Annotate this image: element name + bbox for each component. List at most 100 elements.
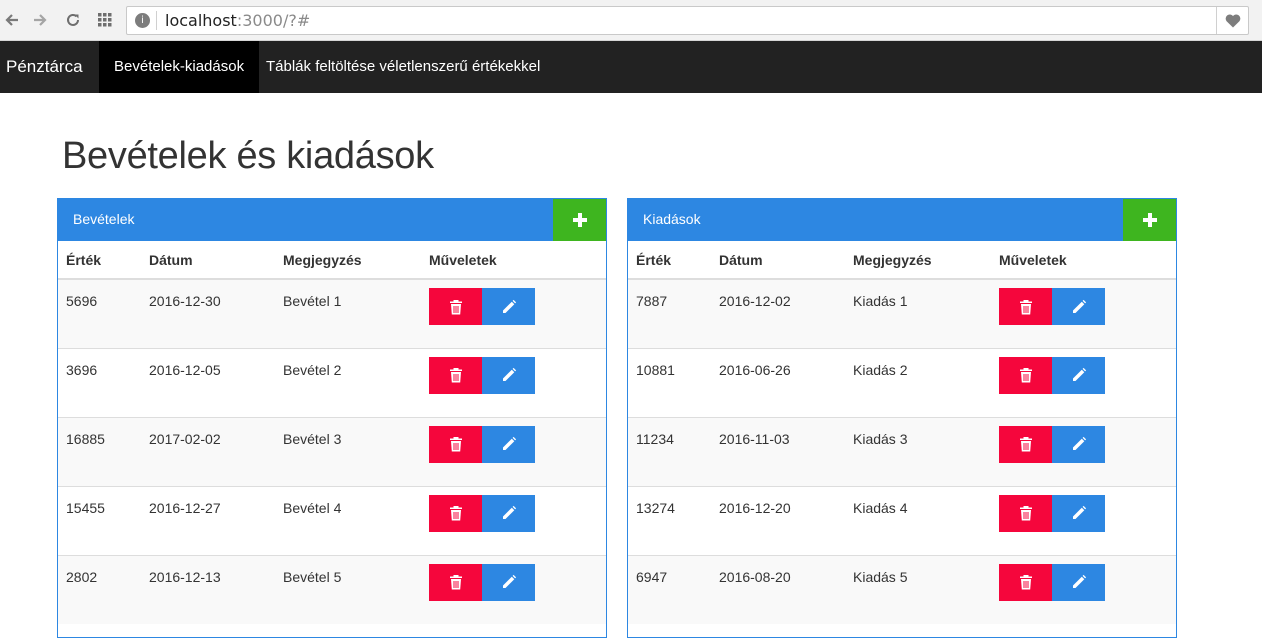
browser-toolbar: i localhost:3000/?# <box>0 0 1262 41</box>
expense-panel-title: Kiadások <box>643 211 701 227</box>
address-bar[interactable]: i localhost:3000/?# <box>126 6 1249 35</box>
trash-icon <box>1019 299 1033 315</box>
url-text[interactable]: localhost:3000/?# <box>165 12 310 30</box>
edit-button[interactable] <box>482 494 535 532</box>
edit-button[interactable] <box>482 563 535 601</box>
column-header-actions: Műveletek <box>421 241 606 280</box>
pencil-icon <box>501 505 517 521</box>
plus-icon <box>1142 213 1157 227</box>
forward-icon[interactable] <box>29 9 51 31</box>
pencil-icon <box>1071 367 1087 383</box>
income-panel: Bevételek Érték Dátum Megjegyzés Művelet… <box>57 198 607 638</box>
trash-icon <box>449 574 463 590</box>
cell-value: 10881 <box>628 347 711 417</box>
edit-button[interactable] <box>1052 563 1105 601</box>
cell-date: 2016-12-20 <box>711 485 845 555</box>
edit-button[interactable] <box>482 288 535 325</box>
pencil-icon <box>501 574 517 590</box>
pencil-icon <box>501 367 517 383</box>
table-header-row: Érték Dátum Megjegyzés Műveletek <box>58 241 606 280</box>
add-expense-button[interactable] <box>1123 199 1176 241</box>
brand-link[interactable]: Pénztárca <box>6 57 83 77</box>
table-row: 13274 2016-12-20 Kiadás 4 <box>628 485 1176 555</box>
cell-note: Bevétel 5 <box>275 554 421 624</box>
delete-button[interactable] <box>429 494 482 532</box>
heart-icon[interactable] <box>1216 7 1248 34</box>
cell-date: 2017-02-02 <box>141 416 275 486</box>
url-host: localhost <box>165 11 237 30</box>
cell-note: Bevétel 4 <box>275 485 421 555</box>
column-header-note: Megjegyzés <box>275 241 421 280</box>
delete-button[interactable] <box>999 494 1052 532</box>
cell-note: Bevétel 3 <box>275 416 421 486</box>
back-icon[interactable] <box>1 9 23 31</box>
trash-icon <box>1019 505 1033 521</box>
delete-button[interactable] <box>999 288 1052 325</box>
cell-date: 2016-12-02 <box>711 278 845 348</box>
pencil-icon <box>1071 299 1087 315</box>
delete-button[interactable] <box>429 356 482 394</box>
pencil-icon <box>501 299 517 315</box>
cell-note: Bevétel 2 <box>275 347 421 417</box>
delete-button[interactable] <box>429 288 482 325</box>
cell-actions <box>991 416 1176 486</box>
delete-button[interactable] <box>999 425 1052 463</box>
table-row: 10881 2016-06-26 Kiadás 2 <box>628 347 1176 417</box>
edit-button[interactable] <box>482 356 535 394</box>
trash-icon <box>1019 574 1033 590</box>
table-row: 5696 2016-12-30 Bevétel 1 <box>58 278 606 348</box>
plus-icon <box>572 213 587 227</box>
column-header-date: Dátum <box>141 241 275 280</box>
edit-button[interactable] <box>1052 288 1105 325</box>
page-title: Bevételek és kiadások <box>62 135 434 177</box>
edit-button[interactable] <box>1052 425 1105 463</box>
cell-value: 5696 <box>58 278 141 348</box>
cell-actions <box>421 485 606 555</box>
table-row: 16885 2017-02-02 Bevétel 3 <box>58 416 606 486</box>
nav-item-random-fill[interactable]: Táblák feltöltése véletlenszerű értékekk… <box>251 41 555 93</box>
cell-value: 13274 <box>628 485 711 555</box>
cell-note: Kiadás 3 <box>845 416 991 486</box>
cell-date: 2016-06-26 <box>711 347 845 417</box>
expense-panel-header: Kiadások <box>628 199 1176 241</box>
edit-button[interactable] <box>1052 356 1105 394</box>
trash-icon <box>449 299 463 315</box>
nav-item-bevetelek-kiadasok[interactable]: Bevételek-kiadások <box>99 41 260 93</box>
delete-button[interactable] <box>429 425 482 463</box>
column-header-value: Érték <box>58 241 141 280</box>
income-table: Érték Dátum Megjegyzés Műveletek 5696 201… <box>58 241 606 624</box>
cell-date: 2016-12-30 <box>141 278 275 348</box>
cell-actions <box>991 278 1176 348</box>
income-panel-title: Bevételek <box>73 211 135 227</box>
edit-button[interactable] <box>482 425 535 463</box>
delete-button[interactable] <box>999 356 1052 394</box>
cell-value: 6947 <box>628 554 711 624</box>
cell-value: 2802 <box>58 554 141 624</box>
edit-button[interactable] <box>1052 494 1105 532</box>
cell-date: 2016-12-05 <box>141 347 275 417</box>
expense-panel: Kiadások Érték Dátum Megjegyzés Művelete… <box>627 198 1177 638</box>
add-income-button[interactable] <box>553 199 606 241</box>
trash-icon <box>449 367 463 383</box>
cell-date: 2016-11-03 <box>711 416 845 486</box>
apps-grid-icon[interactable] <box>94 9 116 31</box>
table-row: 15455 2016-12-27 Bevétel 4 <box>58 485 606 555</box>
reload-icon[interactable] <box>62 9 84 31</box>
pencil-icon <box>501 436 517 452</box>
pencil-icon <box>1071 574 1087 590</box>
delete-button[interactable] <box>429 563 482 601</box>
cell-actions <box>991 347 1176 417</box>
cell-note: Kiadás 4 <box>845 485 991 555</box>
cell-actions <box>421 416 606 486</box>
cell-value: 3696 <box>58 347 141 417</box>
table-row: 2802 2016-12-13 Bevétel 5 <box>58 554 606 624</box>
info-icon[interactable]: i <box>135 13 150 28</box>
column-header-date: Dátum <box>711 241 845 280</box>
trash-icon <box>449 436 463 452</box>
income-panel-header: Bevételek <box>58 199 606 241</box>
trash-icon <box>1019 436 1033 452</box>
column-header-note: Megjegyzés <box>845 241 991 280</box>
cell-value: 15455 <box>58 485 141 555</box>
cell-note: Kiadás 5 <box>845 554 991 624</box>
delete-button[interactable] <box>999 563 1052 601</box>
